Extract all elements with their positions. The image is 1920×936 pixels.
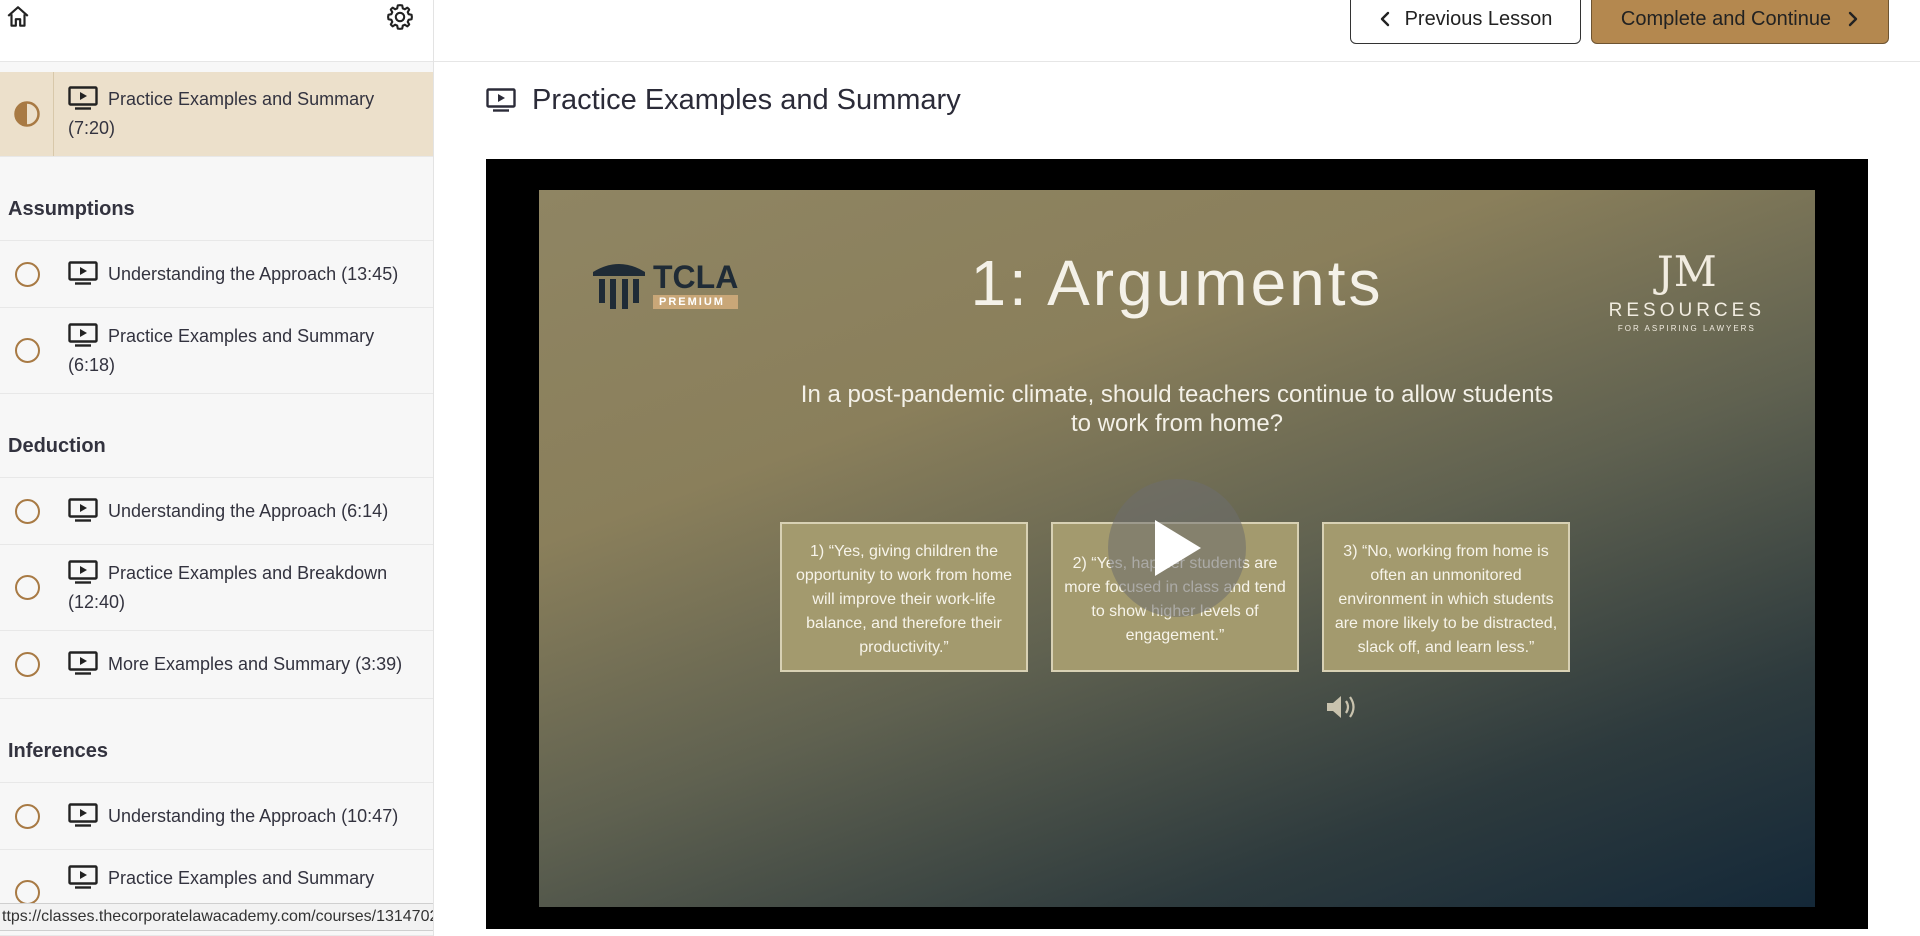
lesson-item[interactable]: Understanding the Approach (10:47) <box>0 782 433 850</box>
section-title-assumptions: Assumptions <box>8 198 135 220</box>
lesson-status <box>0 72 54 156</box>
jm-logo-tagline: FOR ASPIRING LAWYERS <box>1617 324 1756 333</box>
home-icon[interactable] <box>3 2 33 32</box>
video-lesson-icon <box>68 86 98 110</box>
volume-icon[interactable] <box>1324 692 1358 722</box>
sidebar-header <box>0 0 433 62</box>
complete-and-continue-button[interactable]: Complete and Continue <box>1591 0 1889 44</box>
incomplete-circle-icon <box>14 261 40 287</box>
video-lesson-icon <box>68 498 98 522</box>
lesson-item[interactable]: Practice Examples and Breakdown (12:40) <box>0 545 433 631</box>
previous-lesson-button[interactable]: Previous Lesson <box>1350 0 1581 44</box>
status-bar-url: ttps://classes.thecorporatelawacademy.co… <box>0 903 433 931</box>
incomplete-circle-icon <box>14 652 40 677</box>
lesson-item-label-wrap: Practice Examples and Summary (7:20) <box>68 85 415 143</box>
lesson-item-label: Practice Examples and Summary (6:18) <box>68 326 375 375</box>
argument-box: 1) “Yes, giving children the opportunity… <box>780 522 1028 672</box>
section-title-deduction: Deduction <box>8 435 106 457</box>
play-button[interactable] <box>1108 479 1246 617</box>
incomplete-circle-icon <box>14 338 40 363</box>
lesson-header: Previous Lesson Complete and Continue <box>434 0 1920 62</box>
video-lesson-icon <box>68 865 98 889</box>
incomplete-circle-icon <box>14 880 40 905</box>
gear-icon[interactable] <box>385 2 415 32</box>
half-complete-icon <box>13 101 40 127</box>
lesson-title-row: Practice Examples and Summary <box>486 80 961 120</box>
lesson-item[interactable]: Understanding the Approach (13:45) <box>0 240 433 308</box>
lesson-item-label: Understanding the Approach (6:14) <box>108 501 389 521</box>
complete-and-continue-label: Complete and Continue <box>1620 7 1832 30</box>
lesson-item-label: Understanding the Approach (13:45) <box>108 264 399 284</box>
video-lesson-icon <box>68 261 98 285</box>
incomplete-circle-icon <box>14 498 40 524</box>
jm-logo-name: RESOURCES <box>1608 300 1765 321</box>
slide-question: In a post-pandemic climate, should teach… <box>800 381 1554 437</box>
lesson-item[interactable]: Practice Examples and Summary (6:18) <box>0 308 433 394</box>
jm-logo-mark: JM <box>1656 247 1717 296</box>
chevron-left-icon <box>1380 11 1389 27</box>
lesson-item-label: Understanding the Approach (10:47) <box>108 806 399 826</box>
lesson-item-label: Practice Examples and Summary (7:20) <box>68 89 375 138</box>
chevron-right-icon <box>1848 11 1858 27</box>
incomplete-circle-icon <box>14 575 40 600</box>
lesson-title: Practice Examples and Summary <box>532 83 961 116</box>
argument-box: 3) “No, working from home is often an un… <box>1322 522 1570 672</box>
lesson-item-label: Practice Examples and Breakdown (12:40) <box>68 563 388 612</box>
video-lesson-icon <box>486 88 516 112</box>
section-title-inferences: Inferences <box>8 740 109 762</box>
lesson-content: Previous Lesson Complete and Continue Pr… <box>434 0 1920 936</box>
video-lesson-icon <box>68 560 98 584</box>
lesson-item-label: Practice Examples and Summary <box>108 868 375 888</box>
lesson-item[interactable]: Understanding the Approach (6:14) <box>0 477 433 545</box>
video-lesson-icon <box>68 323 98 347</box>
incomplete-circle-icon <box>14 803 40 829</box>
video-lesson-icon <box>68 803 98 827</box>
jm-resources-logo: JM RESOURCES FOR ASPIRING LAWYERS <box>1608 247 1765 334</box>
course-sidebar: Practice Examples and Summary (7:20) Ass… <box>0 0 434 936</box>
video-lesson-icon <box>68 651 98 675</box>
lesson-item-label: More Examples and Summary (3:39) <box>108 654 403 674</box>
lesson-item-active[interactable]: Practice Examples and Summary (7:20) <box>0 72 433 157</box>
play-icon <box>1155 520 1201 576</box>
previous-lesson-label: Previous Lesson <box>1404 7 1553 30</box>
lesson-item[interactable]: More Examples and Summary (3:39) <box>0 631 433 699</box>
